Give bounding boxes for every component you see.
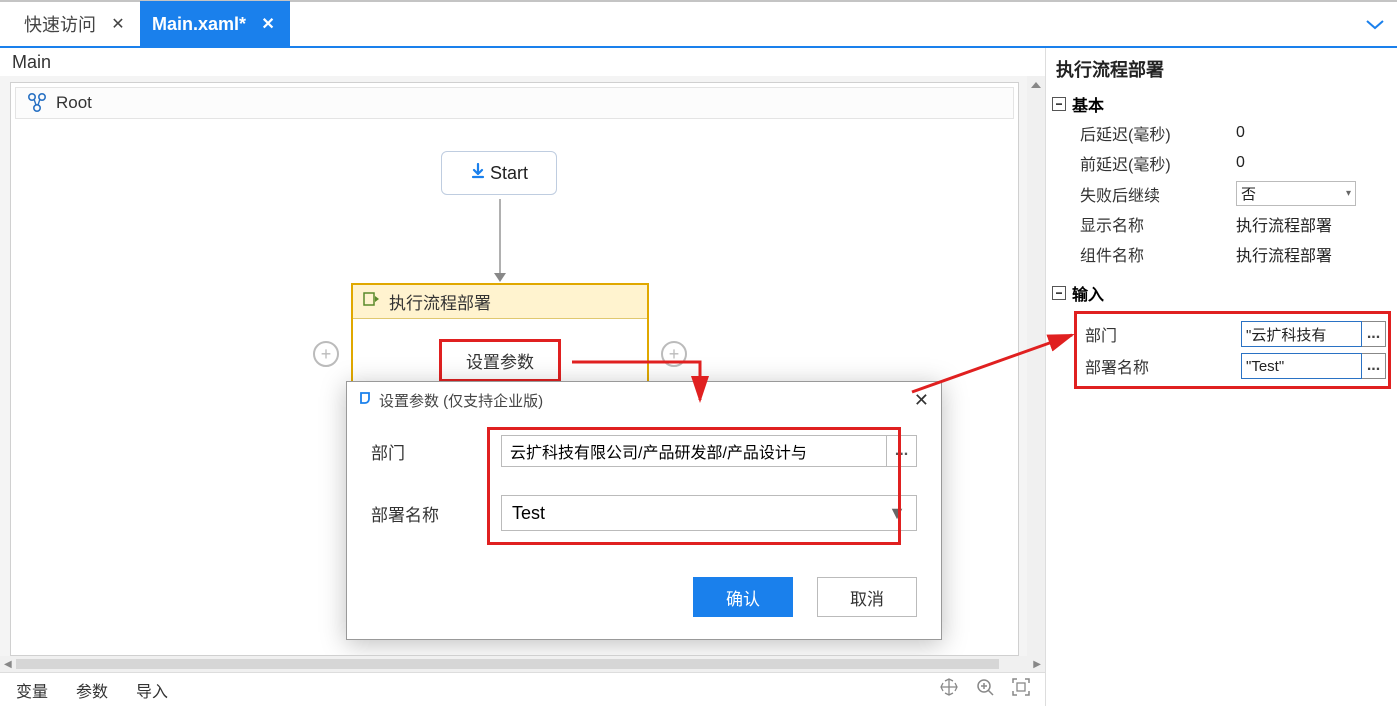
tab-import[interactable]: 导入: [136, 678, 168, 702]
tab-label: 快速访问: [24, 11, 96, 37]
root-label: Root: [56, 93, 92, 113]
start-icon: [470, 163, 486, 184]
editor-area: Main Root Start: [0, 48, 1045, 706]
activity-header: 执行流程部署: [353, 285, 647, 319]
breadcrumb[interactable]: Main: [0, 48, 1045, 76]
prop-row-deploy-name[interactable]: 部署名称 "Test" ...: [1079, 350, 1386, 382]
close-icon[interactable]: ✕: [914, 390, 929, 411]
set-params-dialog: 设置参数 (仅支持企业版) ✕ 部门 ...: [346, 381, 942, 640]
dept-browse-button[interactable]: ...: [887, 435, 917, 467]
horizontal-scrollbar[interactable]: ◀ ▶: [0, 656, 1045, 672]
set-params-button[interactable]: 设置参数: [439, 339, 561, 382]
expand-icon[interactable]: [1365, 13, 1385, 36]
close-icon[interactable]: ✕: [258, 14, 278, 34]
dialog-icon: [359, 392, 373, 410]
close-icon[interactable]: ✕: [108, 14, 128, 34]
tab-bar: 快速访问 ✕ Main.xaml* ✕: [0, 0, 1397, 48]
flowchart-icon: [26, 92, 48, 114]
scroll-left-icon[interactable]: ◀: [4, 659, 12, 670]
start-node[interactable]: Start: [441, 151, 557, 195]
prop-row-after-delay[interactable]: 后延迟(毫秒) 0: [1046, 118, 1397, 148]
zoom-in-icon[interactable]: [975, 677, 995, 702]
pan-icon[interactable]: [939, 677, 959, 702]
add-left-icon[interactable]: +: [313, 341, 339, 367]
tab-variables[interactable]: 变量: [16, 678, 48, 702]
tab-label: Main.xaml*: [152, 14, 246, 35]
connector-line: [499, 199, 501, 274]
deploy-icon: [363, 290, 381, 313]
chevron-down-icon: ▾: [1346, 188, 1351, 199]
prop-row-dept[interactable]: 部门 "云扩科技有 ...: [1079, 318, 1386, 350]
dept-label: 部门: [371, 439, 501, 464]
root-activity-header[interactable]: Root: [15, 87, 1014, 119]
start-label: Start: [490, 163, 528, 184]
tab-quick-access[interactable]: 快速访问 ✕: [12, 1, 140, 47]
section-basic-header[interactable]: − 基本: [1046, 90, 1397, 118]
prop-row-before-delay[interactable]: 前延迟(毫秒) 0: [1046, 148, 1397, 178]
prop-row-display-name[interactable]: 显示名称 执行流程部署: [1046, 209, 1397, 239]
deploy-name-value-input[interactable]: "Test": [1241, 353, 1362, 379]
cancel-button[interactable]: 取消: [817, 577, 917, 617]
prop-row-component-name[interactable]: 组件名称 执行流程部署: [1046, 239, 1397, 269]
deploy-name-label: 部署名称: [371, 501, 501, 526]
chevron-down-icon: ▼: [888, 503, 906, 524]
scroll-right-icon[interactable]: ▶: [1033, 659, 1041, 670]
dept-value-input[interactable]: "云扩科技有: [1241, 321, 1362, 347]
continue-on-fail-select[interactable]: 否 ▾: [1236, 181, 1356, 206]
dept-browse-button[interactable]: ...: [1362, 321, 1386, 347]
bottom-tab-bar: 变量 参数 导入: [0, 672, 1045, 706]
workflow-canvas[interactable]: Root Start: [10, 82, 1019, 656]
panel-title: 执行流程部署: [1046, 48, 1397, 90]
properties-panel: 执行流程部署 − 基本 后延迟(毫秒) 0 前延迟(毫秒) 0 失败后继续 否 …: [1045, 48, 1397, 706]
prop-row-continue-on-fail[interactable]: 失败后继续 否 ▾: [1046, 178, 1397, 209]
section-input-header[interactable]: − 输入: [1046, 279, 1397, 307]
deploy-name-select[interactable]: Test ▼: [501, 495, 917, 531]
collapse-icon[interactable]: −: [1052, 97, 1066, 111]
add-right-icon[interactable]: +: [661, 341, 687, 367]
tab-main-xaml[interactable]: Main.xaml* ✕: [140, 1, 290, 47]
fit-screen-icon[interactable]: [1011, 677, 1031, 702]
vertical-scrollbar[interactable]: [1027, 76, 1045, 656]
activity-title: 执行流程部署: [389, 289, 491, 314]
annotation-highlight: 部门 "云扩科技有 ... 部署名称 "Test" ...: [1074, 311, 1391, 389]
confirm-button[interactable]: 确认: [693, 577, 793, 617]
deploy-name-browse-button[interactable]: ...: [1362, 353, 1386, 379]
dept-input[interactable]: [501, 435, 887, 467]
dialog-title-text: 设置参数 (仅支持企业版): [379, 390, 543, 411]
collapse-icon[interactable]: −: [1052, 286, 1066, 300]
tab-parameters[interactable]: 参数: [76, 678, 108, 702]
